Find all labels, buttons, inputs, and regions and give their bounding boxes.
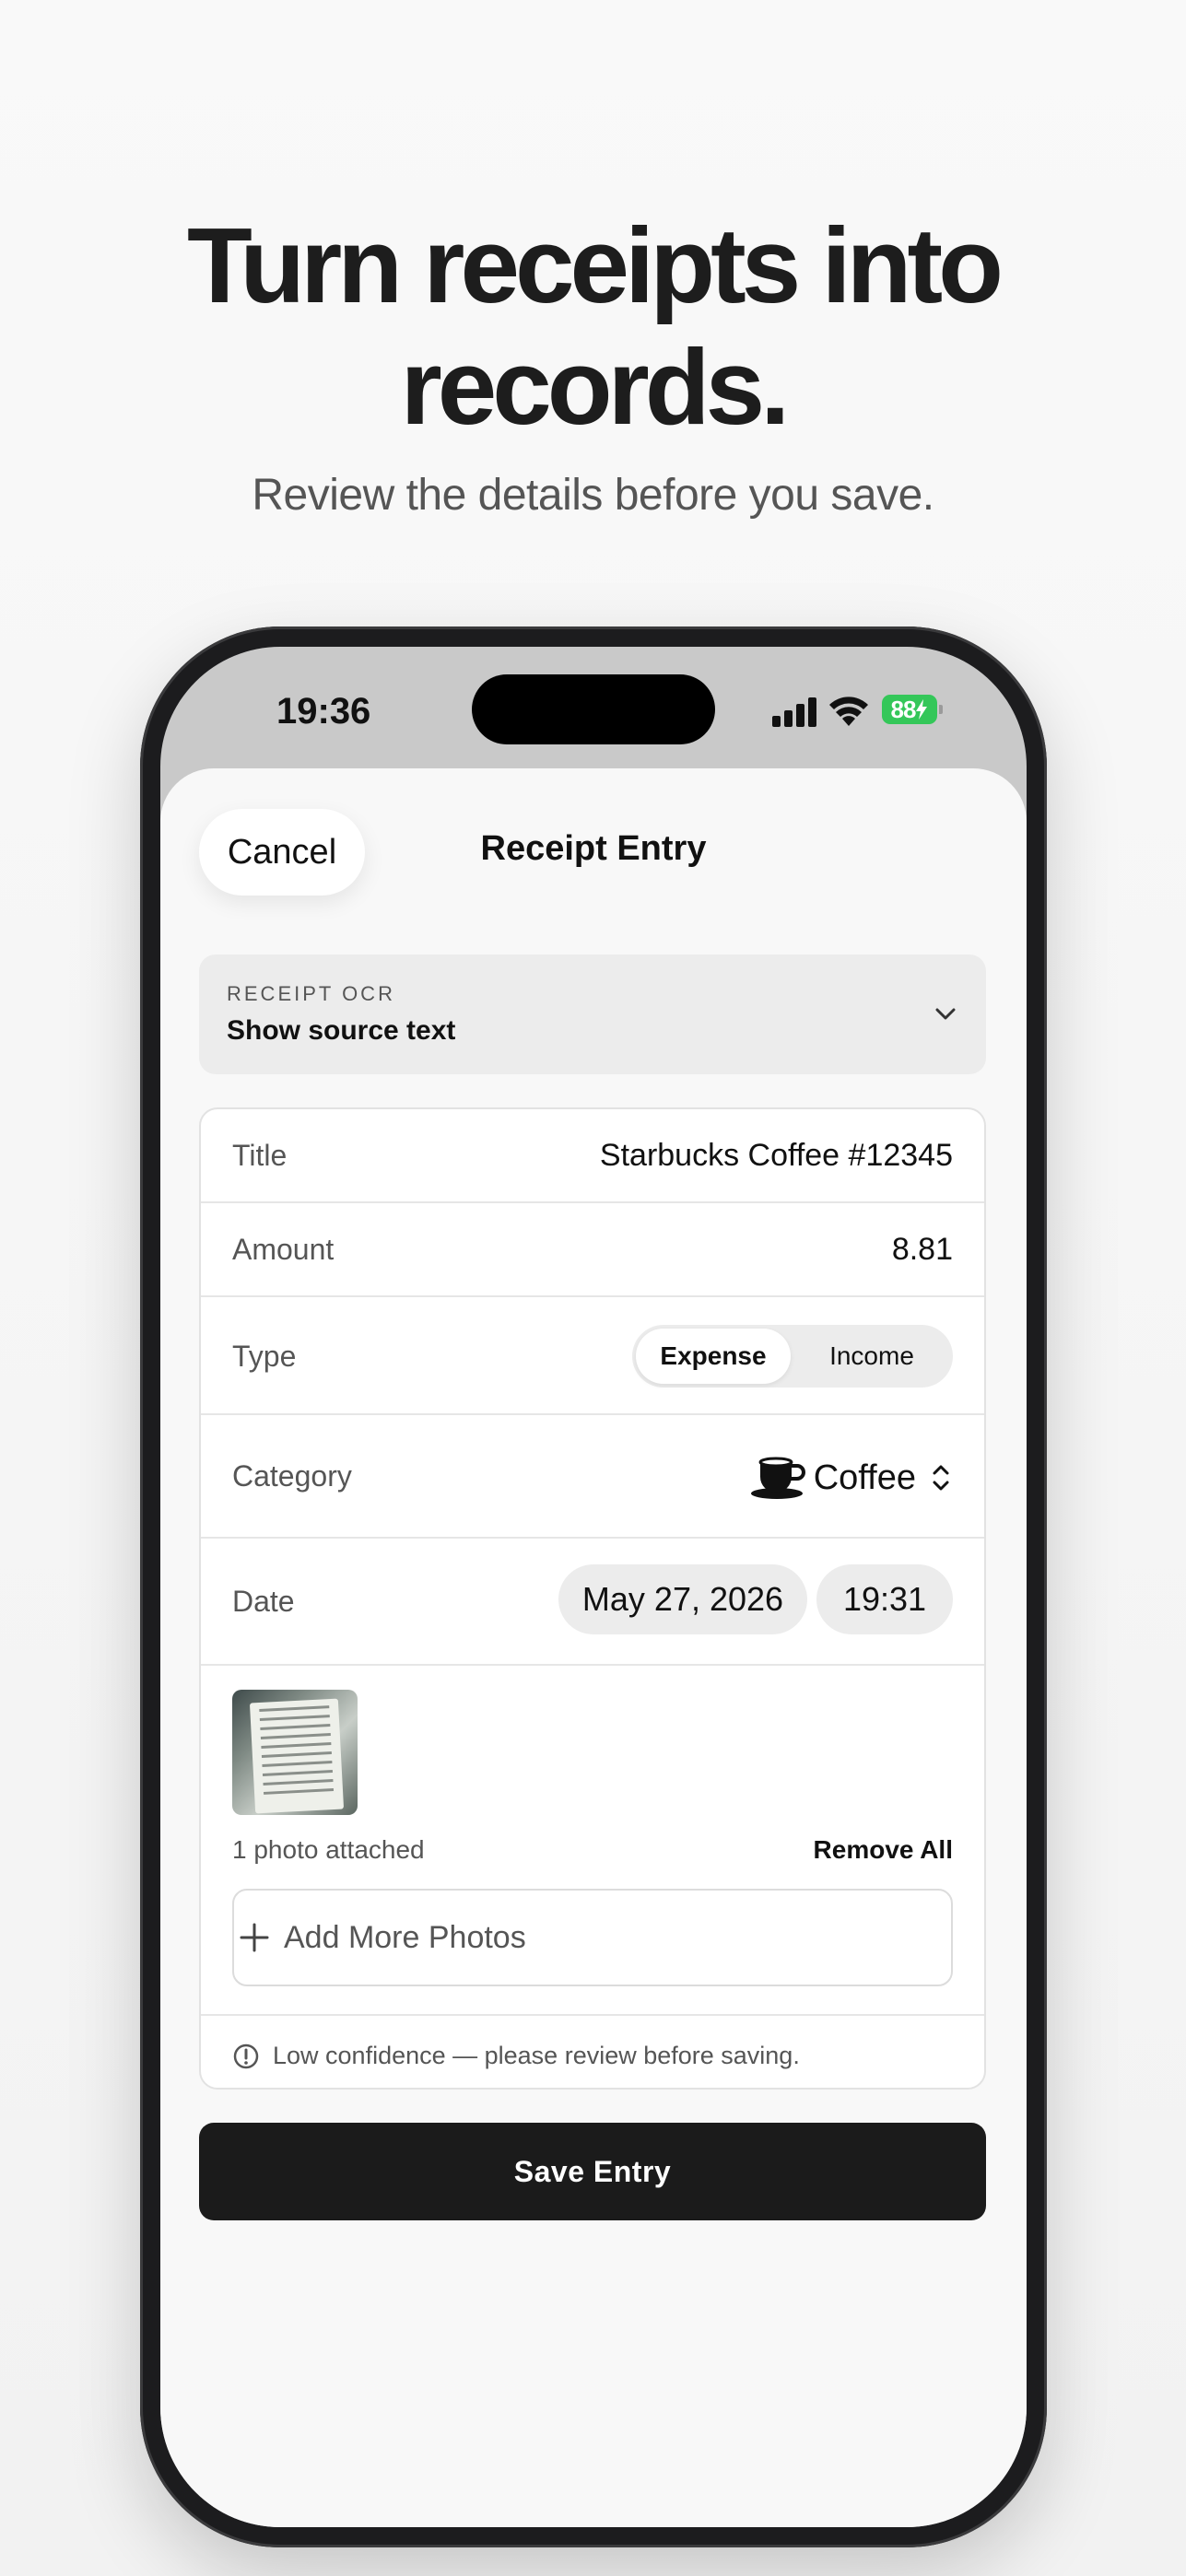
- battery-level: 88: [890, 695, 917, 723]
- battery-icon: 88: [882, 695, 943, 724]
- status-bar: 19:36 88: [160, 647, 1027, 776]
- ocr-eyebrow: RECEIPT OCR: [227, 982, 395, 1005]
- add-more-photos-label: Add More Photos: [284, 1920, 526, 1955]
- time-picker-button[interactable]: 19:31: [816, 1564, 953, 1634]
- type-option-income[interactable]: Income: [794, 1329, 949, 1384]
- receipt-photo-thumbnail[interactable]: [232, 1690, 358, 1815]
- category-row[interactable]: Category Coffee: [201, 1415, 984, 1539]
- phone-screen: 19:36 88 Cancel Receipt Entry RECEIPT OC…: [160, 647, 1027, 2527]
- date-row: Date May 27, 2026 19:31: [201, 1539, 984, 1666]
- confidence-warning-text: Low confidence — please review before sa…: [273, 2042, 800, 2069]
- hero-title-line2: records.: [400, 327, 791, 447]
- category-picker[interactable]: Coffee: [749, 1452, 953, 1504]
- entry-form: Title Starbucks Coffee #12345 Amount 8.8…: [199, 1107, 986, 2090]
- hero-subtitle: Review the details before you save.: [252, 471, 934, 520]
- plus-icon: [240, 1923, 269, 1952]
- ocr-show-source-label: Show source text: [227, 1015, 456, 1046]
- charging-bolt-icon: [916, 699, 928, 720]
- receipt-entry-sheet: Cancel Receipt Entry RECEIPT OCR Show so…: [160, 768, 1027, 2527]
- wifi-icon: [829, 697, 868, 726]
- title-label: Title: [232, 1139, 288, 1172]
- category-value: Coffee: [813, 1458, 916, 1497]
- dynamic-island: [472, 674, 715, 744]
- status-time: 19:36: [276, 691, 371, 732]
- confidence-warning: Low confidence — please review before sa…: [232, 2042, 800, 2070]
- confidence-warning-row: Low confidence — please review before sa…: [201, 2016, 984, 2088]
- hero-title: Turn receipts into records.: [0, 205, 1186, 448]
- date-label: Date: [232, 1585, 295, 1618]
- amount-label: Amount: [232, 1233, 335, 1266]
- photos-section: 1 photo attached Remove All Add More Pho…: [201, 1666, 984, 2016]
- title-field[interactable]: Starbucks Coffee #12345: [600, 1138, 953, 1174]
- type-option-expense[interactable]: Expense: [636, 1329, 791, 1384]
- chevron-down-icon: [935, 1008, 956, 1020]
- type-row: Type Expense Income: [201, 1297, 984, 1415]
- category-label: Category: [232, 1459, 352, 1493]
- type-label: Type: [232, 1340, 297, 1373]
- amount-field[interactable]: 8.81: [892, 1232, 953, 1268]
- info-circle-icon: [233, 2043, 259, 2068]
- title-row[interactable]: Title Starbucks Coffee #12345: [201, 1109, 984, 1203]
- coffee-cup-icon: [750, 1457, 805, 1499]
- remove-all-button[interactable]: Remove All: [814, 1835, 953, 1865]
- amount-row[interactable]: Amount 8.81: [201, 1203, 984, 1297]
- sheet-title: Receipt Entry: [480, 829, 707, 868]
- chevron-up-down-icon: [933, 1465, 949, 1491]
- save-entry-button[interactable]: Save Entry: [199, 2123, 986, 2220]
- cellular-signal-icon: [772, 697, 816, 727]
- photos-count: 1 photo attached: [232, 1835, 425, 1864]
- add-more-photos-button[interactable]: Add More Photos: [232, 1889, 953, 1986]
- date-picker-button[interactable]: May 27, 2026: [558, 1564, 807, 1634]
- hero-title-line1: Turn receipts into: [186, 205, 1004, 325]
- phone-frame: 19:36 88 Cancel Receipt Entry RECEIPT OC…: [140, 626, 1047, 2547]
- ocr-source-disclosure[interactable]: RECEIPT OCR Show source text: [199, 954, 986, 1074]
- type-segmented-control[interactable]: Expense Income: [632, 1325, 953, 1388]
